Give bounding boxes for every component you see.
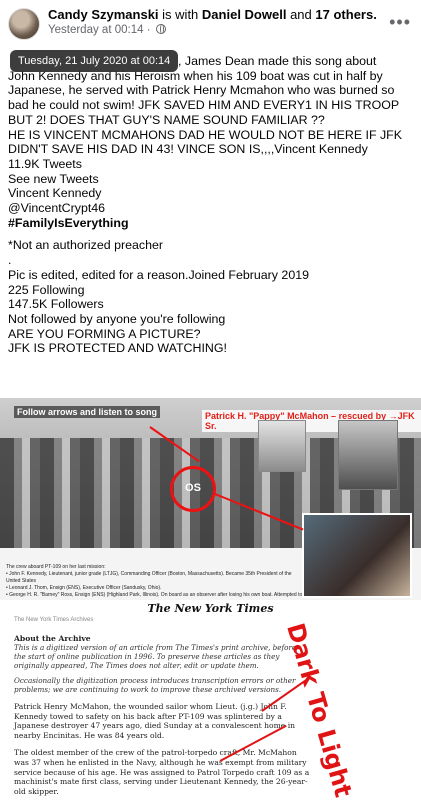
post-line: Pic is edited, edited for a reason.Joine… — [8, 267, 309, 282]
post-line: @VincentCrypt46 — [8, 201, 106, 216]
post-line: Not followed by anyone you're following — [8, 311, 226, 326]
post-header: Candy Szymanski is with Daniel Dowell an… — [0, 0, 421, 48]
post-line: *Not an authorized preacher — [8, 238, 163, 253]
post-line: . — [8, 253, 12, 268]
post-body: , James Dean made this song about John K… — [8, 54, 418, 356]
crew-caption-line: The crew aboard PT-109 on her last missi… — [6, 564, 106, 570]
inset-photo-couple — [302, 513, 412, 598]
highlight-circle: OS — [170, 466, 216, 512]
crew-caption-line: • Leonard J. Thom, Ensign (ENS), Executi… — [6, 585, 162, 591]
post-line: BUT 2! DOES THAT GUY'S NAME SOUND FAMILI… — [8, 112, 325, 127]
timestamp-tooltip: Tuesday, 21 July 2020 at 00:14 — [10, 50, 179, 72]
post-line: See new Tweets — [8, 171, 99, 186]
about-text: This is a digitized version of an articl… — [14, 643, 297, 670]
post-line: 11.9K Tweets — [8, 156, 82, 171]
archive-tag: The New York Times Archives — [14, 617, 94, 623]
post-line: JFK IS PROTECTED AND WATCHING! — [8, 341, 227, 356]
author-avatar[interactable] — [8, 8, 40, 40]
post-line: DIDN'T SAVE HIS DAD IN 43! VINCE SON IS,… — [8, 142, 368, 157]
post-line: 225 Following — [8, 282, 85, 297]
crew-caption-line: • John F. Kennedy, Lieutenant, junior gr… — [6, 571, 292, 584]
article-paragraph-2: The oldest member of the crew of the pat… — [14, 748, 310, 796]
post-photo[interactable]: Follow arrows and listen to song Patrick… — [0, 398, 421, 632]
tagged-person[interactable]: Daniel Dowell — [202, 7, 287, 22]
post-line: Vincent Kennedy — [8, 186, 102, 201]
meta-separator: · — [146, 24, 151, 36]
photo-caption-left: Follow arrows and listen to song — [14, 406, 161, 418]
author-name[interactable]: Candy Szymanski — [48, 7, 159, 22]
and-text: and — [290, 7, 312, 22]
hashtag-link[interactable]: #FamilyIsEverything — [8, 216, 418, 231]
inset-portrait-mcmahon — [258, 420, 306, 472]
with-text: is with — [162, 7, 199, 22]
author-line: Candy Szymanski is with Daniel Dowell an… — [48, 7, 377, 23]
post-line: 147.5K Followers — [8, 297, 104, 312]
ring-label: OS — [185, 482, 201, 494]
tagged-others[interactable]: 17 others. — [315, 7, 376, 22]
post-timestamp[interactable]: Yesterday at 00:14 — [48, 24, 143, 36]
globe-icon — [155, 24, 166, 34]
nyt-logo: The New York Times — [147, 602, 274, 615]
post-meta: Yesterday at 00:14 · — [48, 24, 166, 36]
more-options-icon[interactable]: ••• — [389, 12, 411, 33]
post-line: ARE YOU FORMING A PICTURE? — [8, 326, 201, 341]
nyt-article-image[interactable]: The New York Times The New York Times Ar… — [0, 600, 421, 810]
about-heading: About the Archive — [14, 634, 91, 643]
inset-portrait-jfk — [338, 420, 398, 490]
post-line: bad he could not swim! JFK SAVED HIM AND… — [8, 98, 400, 113]
post-line: HE IS VINCENT MCMAHONS DAD HE WOULD NOT … — [8, 127, 403, 142]
about-text-2: Occasionally the digitization process in… — [14, 676, 296, 694]
post-line: Japanese, he served with Patrick Henry M… — [8, 83, 395, 98]
nyt-article-body: About the Archive This is a digitized ve… — [14, 632, 310, 796]
